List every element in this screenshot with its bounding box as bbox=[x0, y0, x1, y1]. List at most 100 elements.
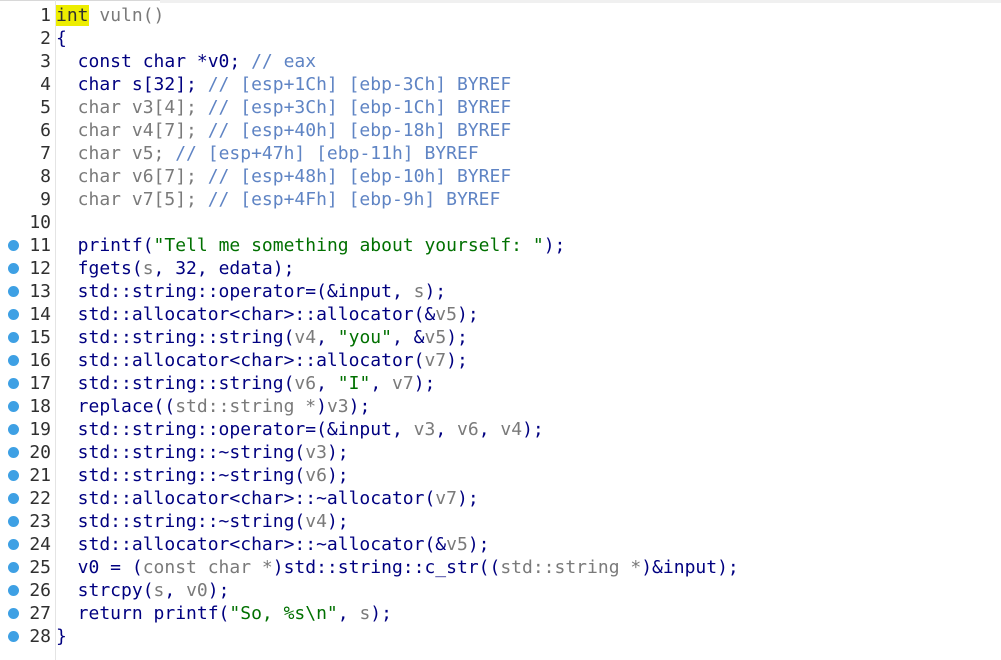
code-token[interactable]: ); bbox=[327, 511, 349, 532]
code-line[interactable]: 25 v0 = (const char *)std::string::c_str… bbox=[0, 556, 1001, 579]
code-text[interactable]: replace((std::string *)v3); bbox=[56, 395, 371, 418]
code-token[interactable]: s bbox=[154, 580, 165, 601]
code-token[interactable]: vuln() bbox=[89, 5, 164, 26]
code-line[interactable]: 4 char s[32]; // [esp+1Ch] [ebp-3Ch] BYR… bbox=[0, 73, 1001, 96]
breakpoint-dot-icon[interactable] bbox=[8, 332, 19, 343]
code-token[interactable]: std::string::~string( bbox=[56, 465, 306, 486]
code-text[interactable]: char v7[5]; // [esp+4Fh] [ebp-9h] BYREF bbox=[56, 188, 501, 211]
code-line[interactable]: 3 const char *v0; // eax bbox=[0, 50, 1001, 73]
code-token[interactable]: std::string::operator=(&input, bbox=[56, 281, 414, 302]
code-line[interactable]: 17 std::string::string(v6, "I", v7); bbox=[0, 372, 1001, 395]
code-token[interactable]: std::allocator<char>::~allocator( bbox=[56, 488, 436, 509]
code-line[interactable]: 27 return printf("So, %s\n", s); bbox=[0, 602, 1001, 625]
code-text[interactable]: std::string::operator=(&input, s); bbox=[56, 280, 446, 303]
code-token[interactable]: const char * bbox=[143, 557, 273, 578]
code-token[interactable]: v3 bbox=[414, 419, 436, 440]
breakpoint-dot-icon[interactable] bbox=[8, 608, 19, 619]
breakpoint-dot-icon[interactable] bbox=[8, 539, 19, 550]
code-line[interactable]: 26 strcpy(s, v0); bbox=[0, 579, 1001, 602]
code-text[interactable]: std::string::~string(v3); bbox=[56, 441, 349, 464]
code-line[interactable]: 12 fgets(s, 32, edata); bbox=[0, 257, 1001, 280]
code-token[interactable]: char v6[7]; bbox=[56, 166, 208, 187]
code-text[interactable]: std::string::string(v6, "I", v7); bbox=[56, 372, 436, 395]
code-token[interactable]: "I" bbox=[338, 373, 371, 394]
code-line[interactable]: 28} bbox=[0, 625, 1001, 648]
code-token[interactable]: std::string::~string( bbox=[56, 442, 306, 463]
code-token[interactable]: fgets( bbox=[56, 258, 143, 279]
code-token[interactable]: v5 bbox=[435, 304, 457, 325]
code-token[interactable]: v3 bbox=[305, 442, 327, 463]
pseudocode-view[interactable]: 1 int vuln() 2{3 const char *v0; // eax 4 c… bbox=[0, 4, 1001, 648]
code-token[interactable]: s bbox=[414, 281, 425, 302]
code-line[interactable]: 19 std::string::operator=(&input, v3, v6… bbox=[0, 418, 1001, 441]
code-text[interactable]: std::string::operator=(&input, v3, v6, v… bbox=[56, 418, 544, 441]
code-token[interactable]: replace(( bbox=[56, 396, 176, 417]
code-token[interactable]: "So, %s\n" bbox=[229, 603, 337, 624]
code-token[interactable]: std::allocator<char>::allocator( bbox=[56, 350, 425, 371]
code-token[interactable]: return printf( bbox=[56, 603, 230, 624]
code-line[interactable]: 23 std::string::~string(v4); bbox=[0, 510, 1001, 533]
code-token[interactable]: std::allocator<char>::allocator(& bbox=[56, 304, 436, 325]
code-token[interactable]: v7 bbox=[435, 488, 457, 509]
code-token[interactable]: } bbox=[56, 626, 67, 647]
code-line[interactable]: 7 char v5; // [esp+47h] [ebp-11h] BYREF bbox=[0, 142, 1001, 165]
code-token[interactable]: , bbox=[316, 373, 338, 394]
breakpoint-dot-icon[interactable] bbox=[8, 447, 19, 458]
code-text[interactable]: std::allocator<char>::allocator(v7); bbox=[56, 349, 468, 372]
code-token[interactable]: char v7[5]; bbox=[56, 189, 208, 210]
code-text[interactable]: { bbox=[56, 27, 67, 50]
code-text[interactable]: char v4[7]; // [esp+40h] [ebp-18h] BYREF bbox=[56, 119, 511, 142]
code-token[interactable]: v5 bbox=[425, 327, 447, 348]
code-line[interactable]: 24 std::allocator<char>::~allocator(&v5)… bbox=[0, 533, 1001, 556]
code-token[interactable]: // [esp+48h] [ebp-10h] BYREF bbox=[208, 166, 511, 187]
breakpoint-dot-icon[interactable] bbox=[8, 424, 19, 435]
code-line[interactable]: 5 char v3[4]; // [esp+3Ch] [ebp-1Ch] BYR… bbox=[0, 96, 1001, 119]
code-token[interactable]: v4 bbox=[305, 511, 327, 532]
breakpoint-dot-icon[interactable] bbox=[8, 240, 19, 251]
code-token[interactable]: // [esp+4Fh] [ebp-9h] BYREF bbox=[208, 189, 501, 210]
breakpoint-dot-icon[interactable] bbox=[8, 516, 19, 527]
code-line[interactable]: 21 std::string::~string(v6); bbox=[0, 464, 1001, 487]
code-text[interactable]: std::string::string(v4, "you", &v5); bbox=[56, 326, 468, 349]
breakpoint-dot-icon[interactable] bbox=[8, 309, 19, 320]
code-token[interactable]: ); bbox=[414, 373, 436, 394]
code-line[interactable]: 2{ bbox=[0, 27, 1001, 50]
breakpoint-dot-icon[interactable] bbox=[8, 355, 19, 366]
code-token[interactable]: ); bbox=[468, 534, 490, 555]
breakpoint-dot-icon[interactable] bbox=[8, 378, 19, 389]
code-token[interactable]: v6 bbox=[305, 465, 327, 486]
code-token[interactable]: )&input); bbox=[641, 557, 739, 578]
code-text[interactable]: } bbox=[56, 625, 67, 648]
code-token[interactable]: const char *v0; bbox=[56, 51, 251, 72]
code-line[interactable]: 18 replace((std::string *)v3); bbox=[0, 395, 1001, 418]
code-token[interactable]: { bbox=[56, 28, 67, 49]
code-token[interactable]: std::string::~string( bbox=[56, 511, 306, 532]
code-text[interactable]: std::allocator<char>::~allocator(v7); bbox=[56, 487, 479, 510]
breakpoint-dot-icon[interactable] bbox=[8, 562, 19, 573]
highlighted-token[interactable]: int bbox=[56, 5, 89, 26]
code-token[interactable]: std::string::string( bbox=[56, 327, 295, 348]
code-token[interactable]: ); bbox=[327, 465, 349, 486]
code-token[interactable]: ); bbox=[457, 488, 479, 509]
code-token[interactable]: )std::string::c_str(( bbox=[273, 557, 501, 578]
code-text[interactable]: std::allocator<char>::~allocator(&v5); bbox=[56, 533, 490, 556]
code-text[interactable]: std::string::~string(v4); bbox=[56, 510, 349, 533]
code-token[interactable]: char s[32]; bbox=[56, 74, 208, 95]
code-token[interactable]: char v3[4]; bbox=[56, 97, 208, 118]
code-text[interactable]: std::allocator<char>::allocator(&v5); bbox=[56, 303, 479, 326]
code-text[interactable]: return printf("So, %s\n", s); bbox=[56, 602, 392, 625]
code-token[interactable]: ) bbox=[316, 396, 327, 417]
code-token[interactable]: v7 bbox=[424, 350, 446, 371]
code-token[interactable]: s bbox=[143, 258, 154, 279]
code-token[interactable]: v4 bbox=[500, 419, 522, 440]
code-token[interactable]: ); bbox=[208, 580, 230, 601]
code-token[interactable]: , bbox=[338, 603, 360, 624]
code-text[interactable]: char v6[7]; // [esp+48h] [ebp-10h] BYREF bbox=[56, 165, 511, 188]
code-line[interactable]: 14 std::allocator<char>::allocator(&v5); bbox=[0, 303, 1001, 326]
code-text[interactable]: fgets(s, 32, edata); bbox=[56, 257, 295, 280]
code-token[interactable]: , 32, edata); bbox=[154, 258, 295, 279]
code-token[interactable]: ); bbox=[446, 327, 468, 348]
code-token[interactable]: std::string::operator=(&input, bbox=[56, 419, 414, 440]
code-token[interactable]: v6 bbox=[294, 373, 316, 394]
code-text[interactable]: int vuln() bbox=[56, 4, 164, 27]
